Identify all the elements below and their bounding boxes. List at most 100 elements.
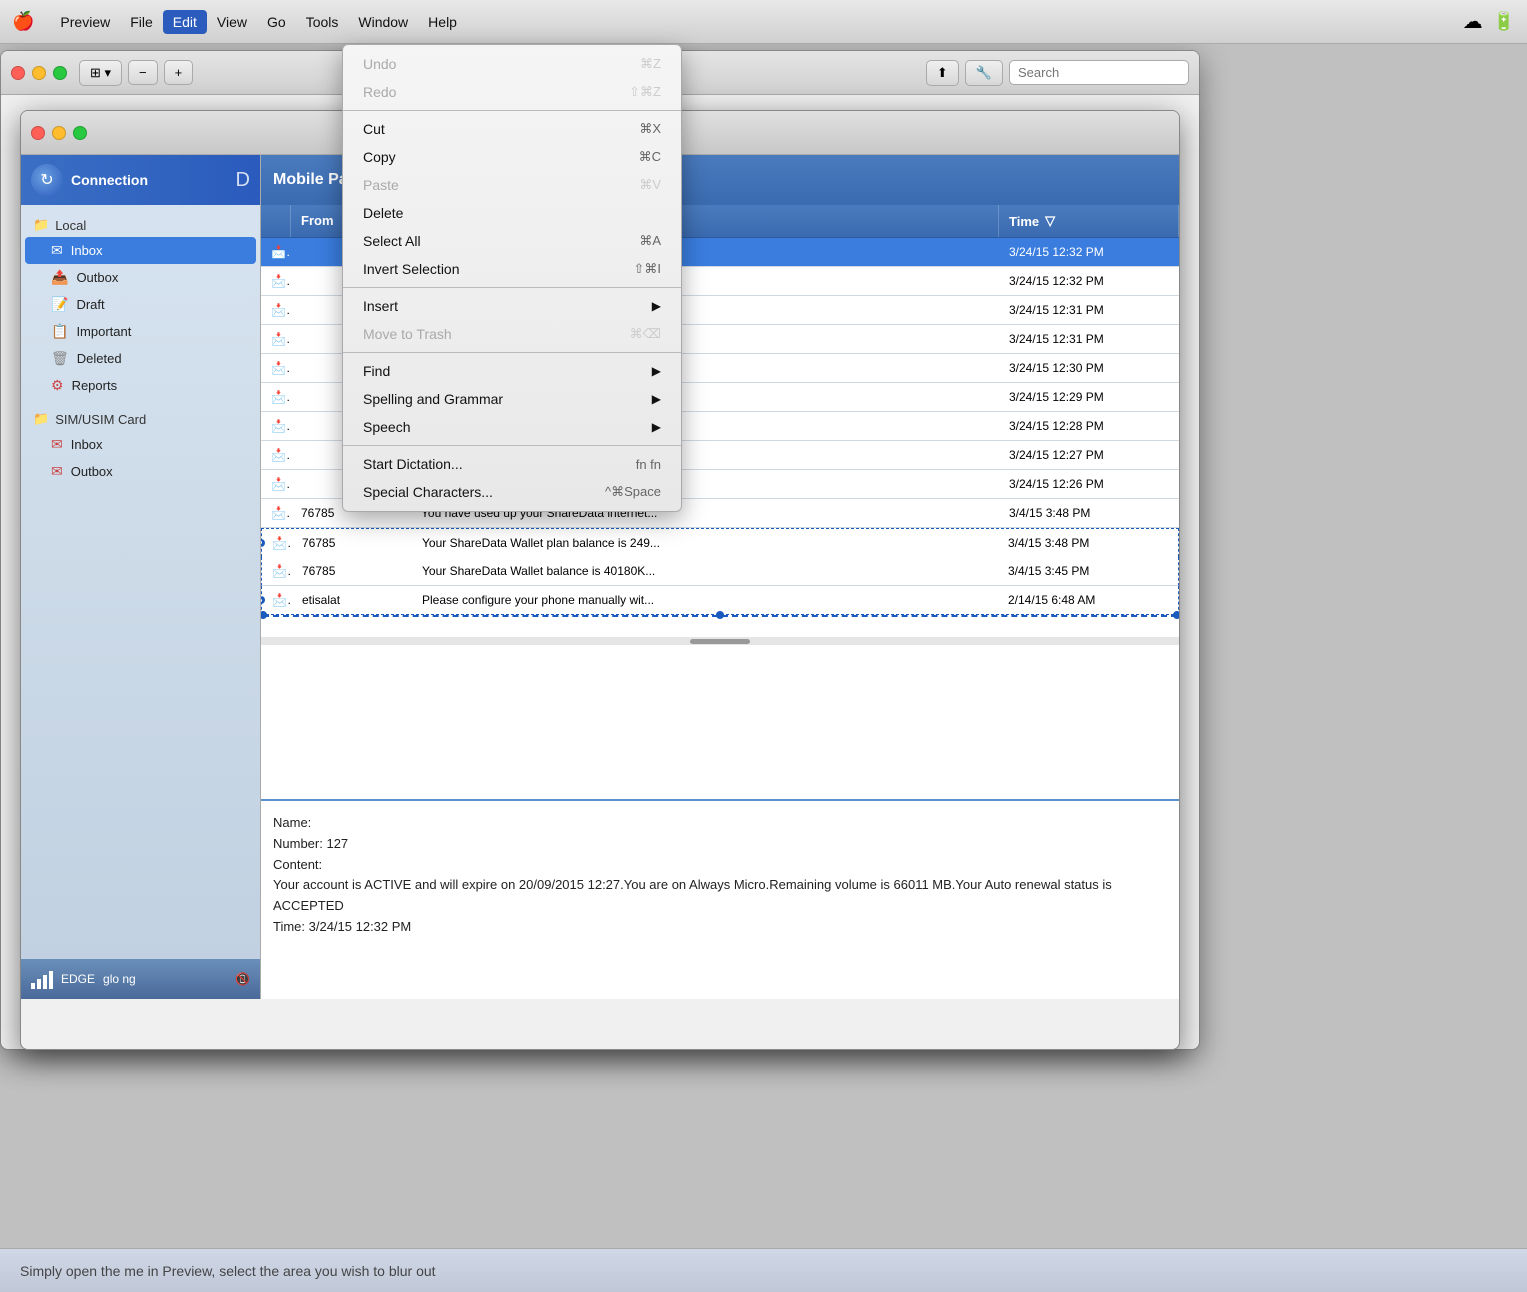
menu-window[interactable]: Window	[348, 10, 418, 34]
preview-minimize-button[interactable]	[32, 66, 46, 80]
table-row[interactable]: 📩 76785 Your ShareData Wallet plan balan…	[261, 528, 1179, 557]
row-icon: 📩	[261, 354, 291, 382]
row-content: Your ShareData Wallet plan balance is 24…	[412, 529, 998, 557]
sidebar-group-sim[interactable]: 📁 SIM/USIM Card	[21, 407, 260, 431]
menu-preview[interactable]: Preview	[50, 10, 120, 34]
preview-close-button[interactable]	[11, 66, 25, 80]
menu-separator	[343, 110, 681, 111]
insert-label: Insert	[363, 298, 398, 314]
cut-label: Cut	[363, 121, 385, 137]
row-time: 3/24/15 12:26 PM	[999, 470, 1179, 498]
row-time: 3/4/15 3:48 PM	[999, 499, 1179, 527]
inbox-icon: ✉	[51, 242, 63, 259]
redo-shortcut: ⇧⌘Z	[629, 84, 661, 100]
sms-minimize-button[interactable]	[52, 126, 66, 140]
menu-item-invert-selection[interactable]: Invert Selection ⇧⌘I	[343, 255, 681, 283]
carrier-name: glo ng	[103, 972, 136, 986]
outbox-label: Outbox	[76, 270, 118, 285]
sidebar-item-sim-inbox[interactable]: ✉ Inbox	[21, 431, 260, 458]
sidebar-item-sim-outbox[interactable]: ✉ Outbox	[21, 458, 260, 485]
redo-label: Redo	[363, 84, 396, 100]
paste-label: Paste	[363, 177, 399, 193]
preview-time: Time: 3/24/15 12:32 PM	[273, 917, 1167, 938]
folder-icon: 📁	[33, 217, 49, 233]
dictation-label: Start Dictation...	[363, 456, 463, 472]
menu-item-delete[interactable]: Delete	[343, 199, 681, 227]
sms-zoom-button[interactable]	[73, 126, 87, 140]
preview-zoom-button[interactable]	[53, 66, 67, 80]
menu-item-cut[interactable]: Cut ⌘X	[343, 115, 681, 143]
selection-handle	[262, 596, 265, 604]
dictation-shortcut: fn fn	[636, 457, 661, 472]
zoom-in-button[interactable]: +	[164, 60, 194, 85]
share-button[interactable]: ⬆	[926, 60, 959, 86]
undo-label: Undo	[363, 56, 396, 72]
sidebar-item-reports[interactable]: ⚙ Reports	[21, 372, 260, 399]
menu-file[interactable]: File	[120, 10, 163, 34]
sim-inbox-label: Inbox	[71, 437, 103, 452]
sms-close-button[interactable]	[31, 126, 45, 140]
menu-item-find[interactable]: Find ▶	[343, 357, 681, 385]
menu-tools[interactable]: Tools	[296, 10, 349, 34]
menu-help[interactable]: Help	[418, 10, 467, 34]
menu-item-move-to-trash[interactable]: Move to Trash ⌘⌫	[343, 320, 681, 348]
row-icon: 📩	[262, 557, 292, 585]
sidebar-group-local[interactable]: 📁 Local	[21, 213, 260, 237]
sidebar-item-outbox[interactable]: 📤 Outbox	[21, 264, 260, 291]
sidebar-item-deleted[interactable]: 🗑 Deleted	[21, 345, 260, 372]
submenu-arrow-icon: ▶	[652, 364, 661, 378]
signal-type: EDGE	[61, 972, 95, 986]
connection-expand-icon[interactable]: D	[236, 169, 250, 192]
panel-toggle-button[interactable]: ⊞ ▾	[79, 60, 122, 86]
row-time: 3/24/15 12:29 PM	[999, 383, 1179, 411]
menu-item-spelling[interactable]: Spelling and Grammar ▶	[343, 385, 681, 413]
search-input[interactable]	[1009, 60, 1189, 85]
zoom-out-button[interactable]: −	[128, 60, 158, 85]
paste-shortcut: ⌘V	[639, 177, 661, 193]
menu-item-paste[interactable]: Paste ⌘V	[343, 171, 681, 199]
menu-go[interactable]: Go	[257, 10, 296, 34]
draft-label: Draft	[76, 297, 104, 312]
row-from: 76785	[292, 557, 412, 585]
signal-icon	[31, 969, 53, 989]
sidebar-status-bar: EDGE glo ng 📵	[21, 959, 260, 999]
col-header-time[interactable]: Time ▽	[999, 205, 1179, 237]
lock-button[interactable]: 🔧	[965, 60, 1003, 86]
menu-item-speech[interactable]: Speech ▶	[343, 413, 681, 441]
copy-shortcut: ⌘C	[639, 149, 661, 165]
deleted-label: Deleted	[77, 351, 122, 366]
menu-item-insert[interactable]: Insert ▶	[343, 292, 681, 320]
row-from: 76785	[292, 529, 412, 557]
scroll-thumb[interactable]	[690, 639, 750, 644]
preview-name: Name:	[273, 813, 1167, 834]
menu-item-redo[interactable]: Redo ⇧⌘Z	[343, 78, 681, 106]
menu-item-select-all[interactable]: Select All ⌘A	[343, 227, 681, 255]
row-time: 2/14/15 6:48 AM	[998, 586, 1178, 614]
important-label: Important	[76, 324, 131, 339]
sidebar-item-draft[interactable]: 📝 Draft	[21, 291, 260, 318]
menu-item-undo[interactable]: Undo ⌘Z	[343, 50, 681, 78]
menu-view[interactable]: View	[207, 10, 257, 34]
select-all-label: Select All	[363, 233, 421, 249]
row-content: Your ShareData Wallet balance is 40180K.…	[412, 557, 998, 585]
connection-icon: ↻	[31, 164, 63, 196]
selection-handle	[262, 539, 265, 547]
table-row[interactable]: 📩 76785 Your ShareData Wallet balance is…	[261, 557, 1179, 586]
invert-shortcut: ⇧⌘I	[633, 261, 661, 277]
menu-edit[interactable]: Edit	[163, 10, 207, 34]
scroll-indicator	[261, 637, 1179, 645]
menu-item-special-characters[interactable]: Special Characters... ^⌘Space	[343, 478, 681, 506]
apple-menu-icon[interactable]: 🍎	[12, 11, 34, 32]
sidebar-item-inbox[interactable]: ✉ Inbox	[25, 237, 256, 264]
menu-item-start-dictation[interactable]: Start Dictation... fn fn	[343, 450, 681, 478]
status-icon: 📵	[235, 972, 250, 986]
preview-area: Name: Number: 127 Content: Your account …	[261, 799, 1179, 999]
row-icon: 📩	[262, 529, 292, 557]
menu-separator	[343, 445, 681, 446]
sidebar-item-important[interactable]: 📋 Important	[21, 318, 260, 345]
cloud-icon: ☁	[1463, 9, 1483, 34]
menu-item-copy[interactable]: Copy ⌘C	[343, 143, 681, 171]
sim-folder-icon: 📁	[33, 411, 49, 427]
selection-bottom-border	[263, 615, 1177, 617]
time-filter-icon[interactable]: ▽	[1045, 213, 1055, 229]
